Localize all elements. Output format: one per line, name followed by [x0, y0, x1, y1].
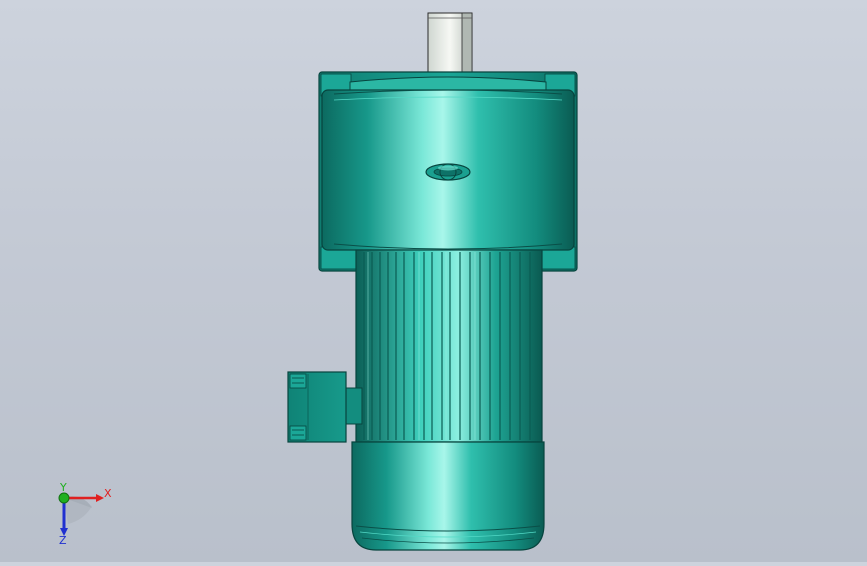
- gear-motor-model[interactable]: [0, 0, 867, 562]
- x-axis-label: X: [104, 487, 112, 500]
- fan-cover[interactable]: [351, 441, 545, 551]
- x-axis-arrow-icon: [96, 494, 104, 502]
- breather-plug[interactable]: [425, 163, 471, 181]
- motor-finned-body[interactable]: [355, 249, 543, 443]
- cad-viewport[interactable]: [0, 0, 867, 562]
- terminal-box[interactable]: [287, 371, 363, 443]
- axis-triad: X Y Z: [58, 481, 112, 547]
- y-axis-label: Y: [59, 481, 67, 494]
- z-axis-label: Z: [59, 534, 67, 547]
- output-shaft[interactable]: [427, 12, 473, 80]
- y-axis-dot: [58, 492, 70, 504]
